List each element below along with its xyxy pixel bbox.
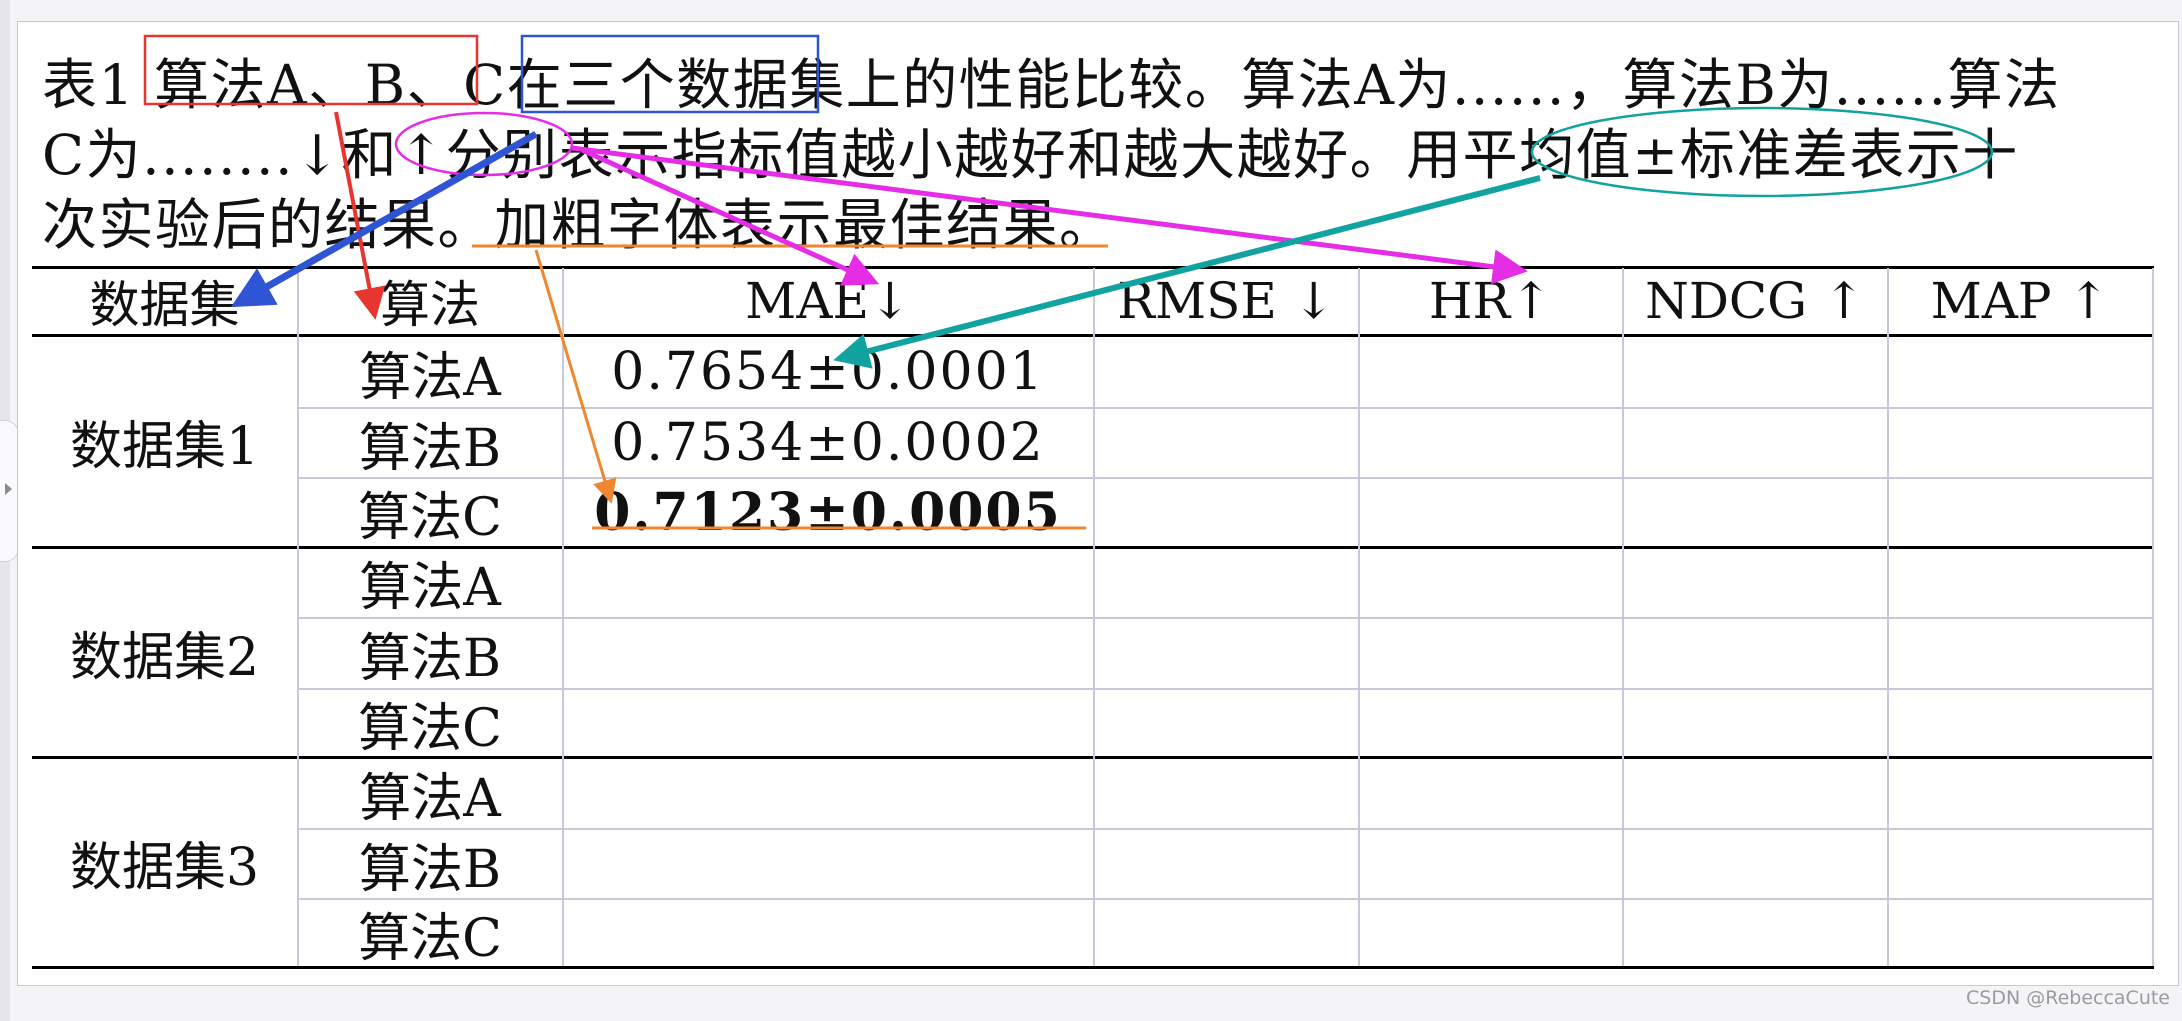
caption-line-1: 表1 算法A、B、C在三个数据集上的性能比较。算法A为......，算法B为..… [42,53,2061,117]
algorithm-cell: 算法A [359,768,501,829]
algorithm-cell: 算法A [359,347,501,408]
expand-arrow-icon [5,483,12,495]
column-gridline [1622,268,1624,966]
dataset-cell: 数据集3 [69,837,260,898]
header-rmse: RMSE ↓ [1117,272,1335,330]
column-gridline [1358,268,1360,966]
algorithm-cell: 算法B [358,629,502,689]
header-dataset: 数据集 [89,276,240,334]
row-gridline [298,617,2154,619]
row-gridline [298,688,2154,690]
dataset-cell: 数据集2 [69,627,260,688]
mae-value-best: 0.7123±0.0005 [594,482,1062,543]
header-hr: HR↑ [1428,272,1553,330]
column-gridline [1887,268,1889,966]
column-gridline [1093,268,1095,966]
watermark: CSDN @RebeccaCute [1966,987,2170,1009]
caption-line-3: 次实验后的结果。加粗字体表示最佳结果。 [42,193,1116,257]
table-bottom-rule [32,966,2154,969]
row-gridline [298,828,2154,830]
mae-value: 0.7654±0.0001 [611,342,1045,402]
table-caption: 表1 算法A、B、C在三个数据集上的性能比较。算法A为......，算法B为..… [42,50,2142,260]
dataset-cell: 数据集1 [69,417,260,477]
row-gridline [298,898,2154,900]
header-algorithm: 算法 [380,276,480,334]
algorithm-cell: 算法A [359,558,501,618]
caption-line-2: C为........↓和↑分别表示指标值越小越好和越大越好。用平均值±标准差表示… [42,123,2019,187]
algorithm-cell: 算法C [358,488,502,548]
algorithm-cell: 算法B [358,418,502,479]
header-mae: MAE↓ [745,272,911,330]
header-ndcg: NDCG ↑ [1645,272,1865,330]
header-map: MAP ↑ [1930,272,2110,330]
algorithm-cell: 算法B [358,839,502,900]
column-gridline [2152,268,2154,966]
mae-value: 0.7534±0.0002 [611,413,1045,473]
algorithm-cell: 算法C [358,698,502,759]
algorithm-cell: 算法C [358,908,502,969]
